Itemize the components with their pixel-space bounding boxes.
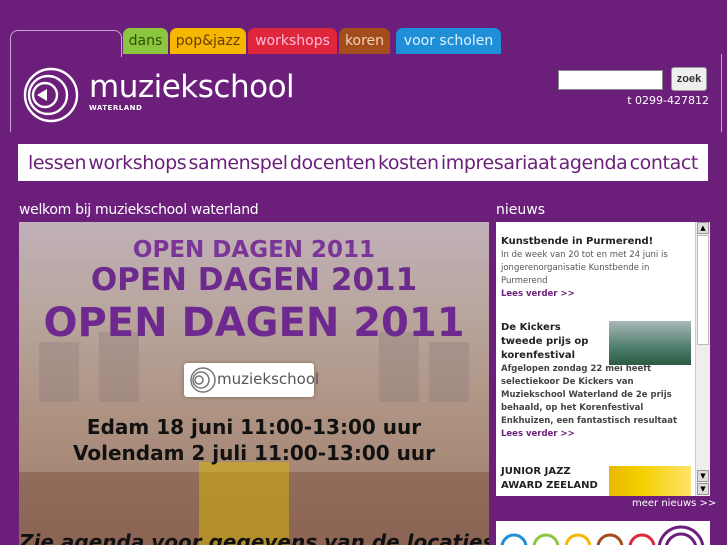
date-edam: Edam 18 juni 11:00-13:00 uur bbox=[86, 415, 422, 439]
logo-rings-icon bbox=[23, 67, 79, 123]
nav-contact[interactable]: contact bbox=[630, 152, 699, 174]
banner-logo: muziekschool bbox=[184, 363, 319, 397]
banner-logo-text: muziekschool bbox=[217, 370, 320, 388]
news-item: De Kickers tweede prijs op korenfestival… bbox=[501, 321, 696, 441]
search-button[interactable]: zoek bbox=[671, 67, 707, 91]
news-item-title[interactable]: Kunstbende in Purmerend! bbox=[501, 235, 691, 249]
tab-pop-jazz[interactable]: pop&jazz bbox=[170, 28, 246, 54]
tab-home[interactable] bbox=[10, 30, 122, 57]
date-volendam: Volendam 2 juli 11:00-13:00 uur bbox=[73, 441, 435, 465]
scroll-down-icon[interactable]: ▼ bbox=[697, 470, 709, 482]
news-item-title[interactable]: De Kickers tweede prijs op korenfestival bbox=[501, 321, 605, 363]
header: muziekschool WATERLAND zoek t 0299-42781… bbox=[10, 54, 722, 132]
read-more-link[interactable]: Lees verder >> bbox=[501, 288, 691, 301]
news-item: Kunstbende in Purmerend! In de week van … bbox=[501, 235, 691, 301]
news-panel: Kunstbende in Purmerend! In de week van … bbox=[496, 222, 710, 496]
tab-koren[interactable]: koren bbox=[339, 28, 390, 54]
news-item: JUNIOR JAZZ AWARD ZEELAND bbox=[501, 465, 611, 493]
nav-kosten[interactable]: kosten bbox=[378, 152, 439, 174]
news-heading: nieuws bbox=[496, 202, 545, 218]
more-news-link[interactable]: meer nieuws >> bbox=[632, 498, 716, 509]
nav-workshops[interactable]: workshops bbox=[88, 152, 186, 174]
scroll-bottom-icon[interactable]: ▼ bbox=[697, 483, 709, 495]
main-nav: lessen workshops samenspel docenten kost… bbox=[18, 144, 708, 181]
read-more-link[interactable]: Lees verder >> bbox=[501, 428, 696, 441]
nav-samenspel[interactable]: samenspel bbox=[189, 152, 289, 174]
welcome-heading: welkom bij muziekschool waterland bbox=[19, 202, 259, 218]
nav-agenda[interactable]: agenda bbox=[559, 152, 628, 174]
tab-workshops[interactable]: workshops bbox=[248, 28, 337, 54]
phone-number: t 0299-427812 bbox=[627, 94, 709, 107]
nav-docenten[interactable]: docenten bbox=[290, 152, 376, 174]
banner-heading-large: OPEN DAGEN 2011 bbox=[43, 300, 465, 346]
open-dagen-banner[interactable]: OPEN DAGEN 2011 OPEN DAGEN 2011 OPEN DAG… bbox=[19, 222, 489, 545]
banner-footer-text: Zie agenda voor gegevens van de locaties bbox=[19, 530, 489, 545]
banner-heading-medium: OPEN DAGEN 2011 bbox=[90, 262, 418, 298]
promo-banner[interactable] bbox=[496, 521, 710, 545]
site-logo[interactable]: muziekschool WATERLAND bbox=[23, 65, 295, 125]
news-item-body: Afgelopen zondag 22 mei heeft selectieko… bbox=[501, 364, 678, 426]
nav-impresariaat[interactable]: impresariaat bbox=[441, 152, 557, 174]
nav-lessen[interactable]: lessen bbox=[28, 152, 87, 174]
logo-rings-icon bbox=[190, 367, 216, 393]
news-item-photo[interactable] bbox=[609, 466, 691, 496]
scroll-up-icon[interactable]: ▲ bbox=[697, 222, 709, 234]
logo-subtitle: WATERLAND bbox=[89, 104, 143, 112]
tab-dans[interactable]: dans bbox=[123, 28, 168, 54]
news-item-body: In de week van 20 tot en met 24 juni is … bbox=[501, 250, 668, 286]
category-tabs: dans pop&jazz workshops koren voor schol… bbox=[10, 28, 720, 57]
search-input[interactable] bbox=[558, 70, 663, 90]
news-scrollbar[interactable]: ▲ ▼ ▼ bbox=[695, 222, 710, 496]
banner-heading-small: OPEN DAGEN 2011 bbox=[132, 237, 376, 263]
scroll-thumb[interactable] bbox=[697, 235, 709, 345]
tab-voor-scholen[interactable]: voor scholen bbox=[396, 28, 501, 54]
logo-name: muziekschool bbox=[89, 69, 295, 105]
news-item-title[interactable]: JUNIOR JAZZ AWARD ZEELAND bbox=[501, 465, 611, 493]
colored-rings-icon bbox=[500, 525, 705, 545]
news-item-photo[interactable] bbox=[609, 321, 691, 365]
